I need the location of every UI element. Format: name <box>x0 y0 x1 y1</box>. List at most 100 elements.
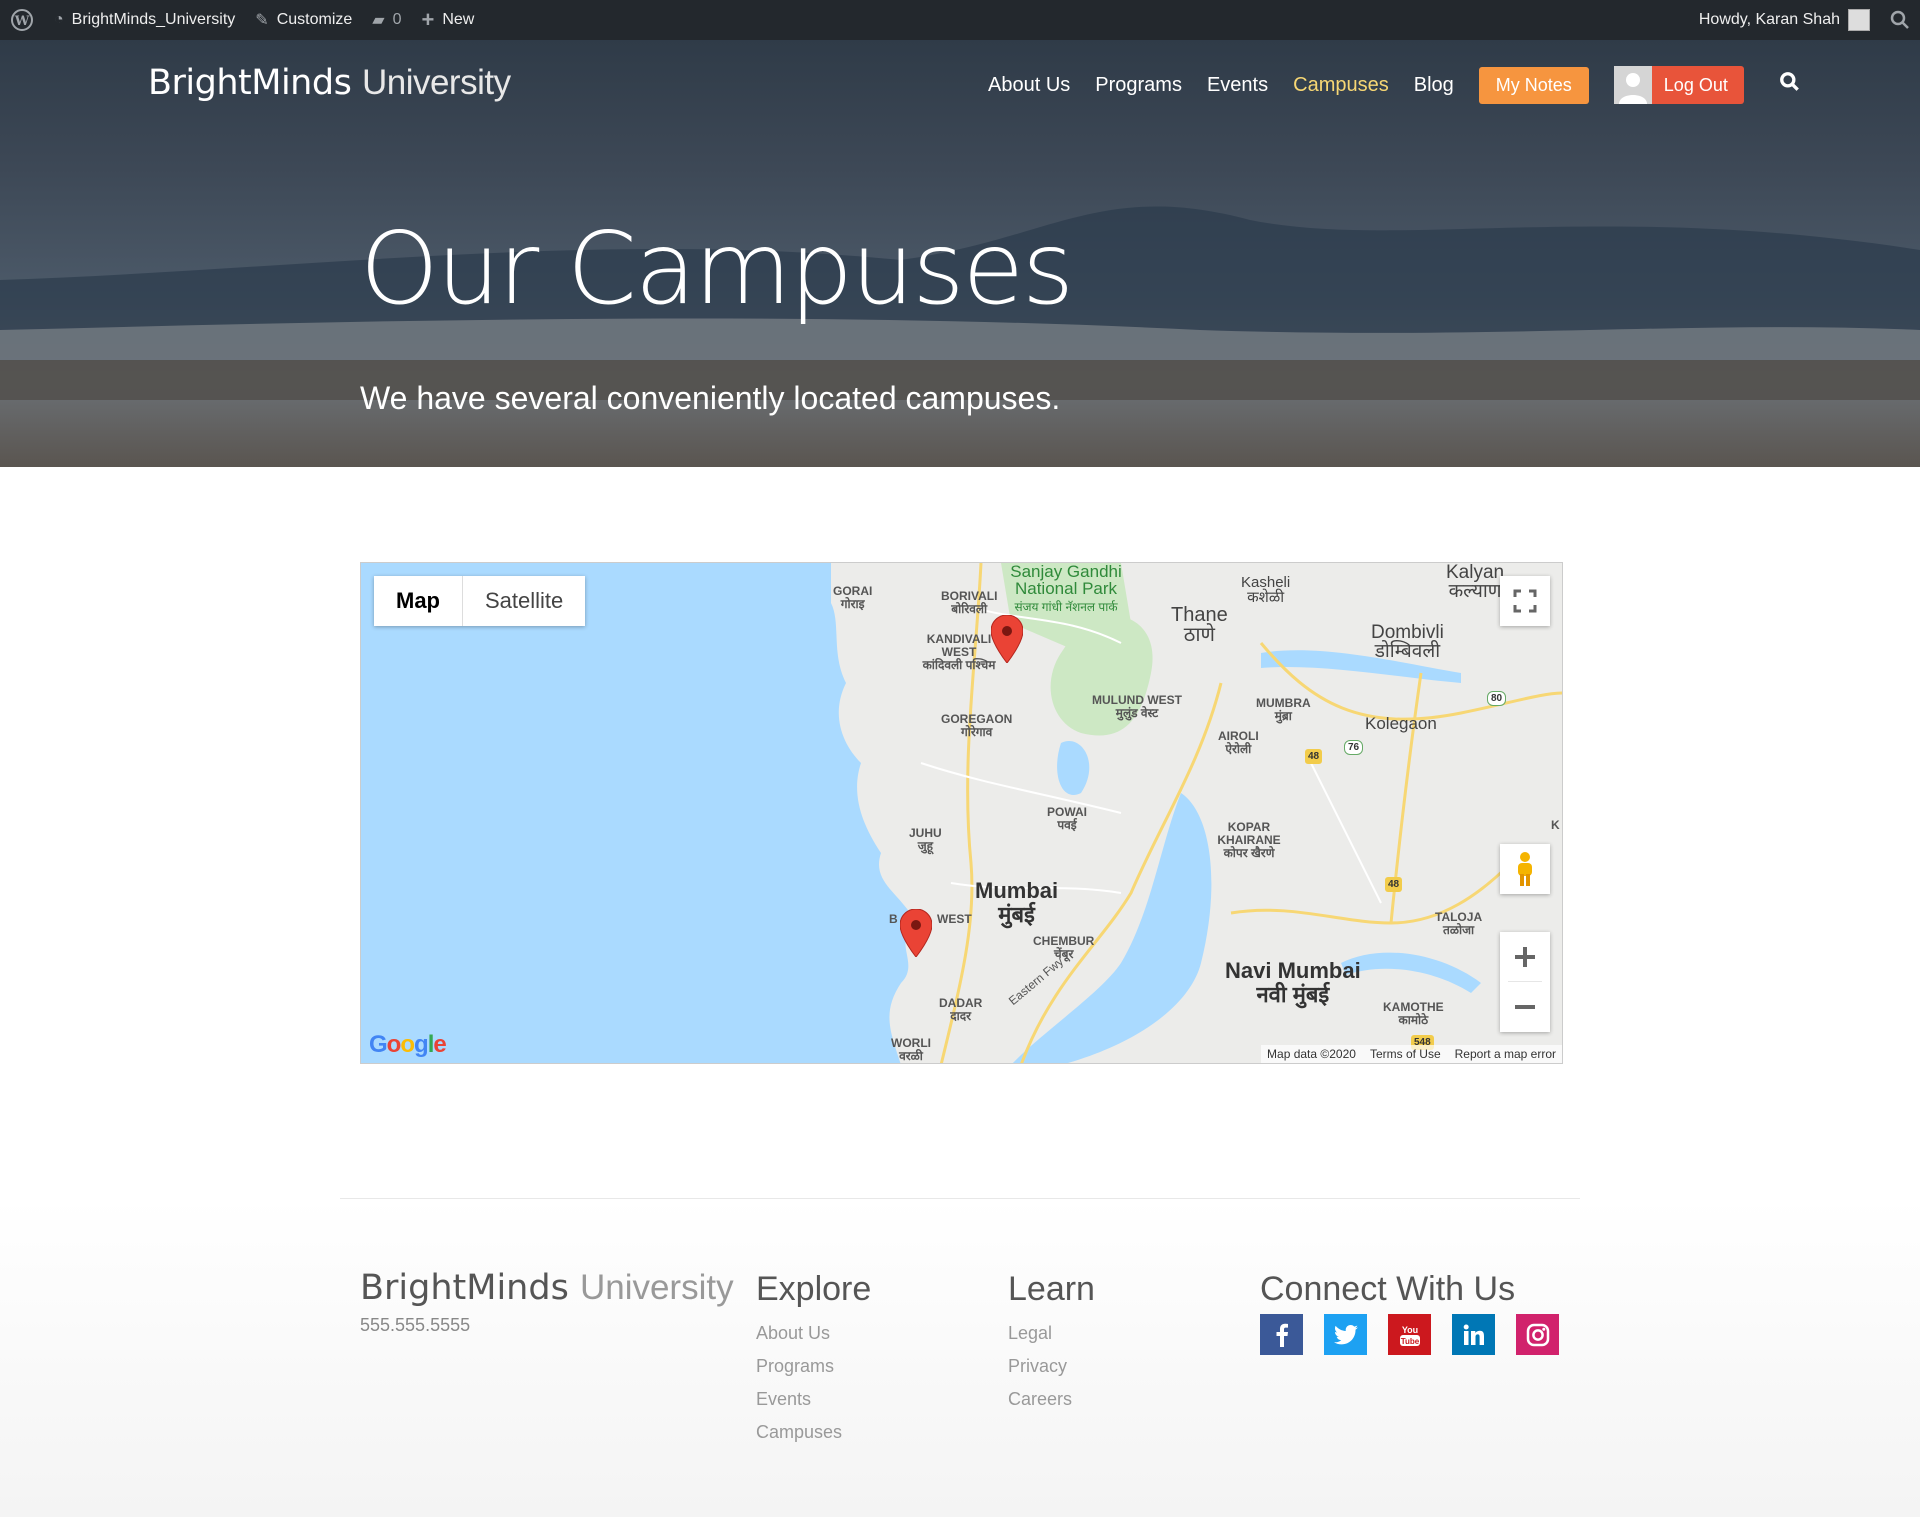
map-label-powai: POWAI पवई <box>1047 805 1088 832</box>
page-subtitle: We have several conveniently located cam… <box>360 380 1061 416</box>
map-label-k: K <box>1551 818 1560 832</box>
footer-learn-column: Learn Legal Privacy Careers <box>1008 1270 1095 1422</box>
admin-search-icon[interactable] <box>1880 0 1920 40</box>
map-label-bandra-west: WEST <box>937 912 972 926</box>
map-label-thane: Thane ठाणे <box>1171 604 1228 646</box>
twitter-icon[interactable] <box>1324 1314 1367 1355</box>
map-attribution: Map data ©2020 Terms of Use Report a map… <box>1261 1045 1562 1063</box>
account-menu[interactable]: Howdy, Karan Shah <box>1689 0 1880 40</box>
svg-text:You: You <box>1401 1325 1417 1335</box>
admin-bar: W ◔ BrightMinds_University ✎ Customize ▰… <box>0 0 1920 40</box>
map-label-mulund: MULUND WEST मुलुंड वेस्ट <box>1092 693 1182 720</box>
report-map-error-link[interactable]: Report a map error <box>1455 1047 1556 1061</box>
map-label-kasheli: Kasheli कशेळी <box>1241 574 1291 606</box>
svg-text:W: W <box>14 14 30 29</box>
campus-marker-borivali[interactable] <box>990 614 1024 668</box>
zoom-in-button[interactable] <box>1508 932 1542 982</box>
main-nav: About Us Programs Events Campuses Blog M… <box>988 66 1801 104</box>
terms-of-use-link[interactable]: Terms of Use <box>1370 1047 1441 1061</box>
map-label-b: B <box>889 912 898 926</box>
fullscreen-button[interactable] <box>1500 576 1550 626</box>
footer-explore-column: Explore About Us Programs Events Campuse… <box>756 1270 871 1455</box>
fullscreen-icon <box>1513 589 1537 613</box>
map-label-mumbai: Mumbai मुंबई <box>975 878 1059 927</box>
footer-logo[interactable]: BrightMinds University <box>360 1268 734 1308</box>
my-notes-button[interactable]: My Notes <box>1478 66 1589 104</box>
dashboard-icon: ◔ <box>54 11 64 28</box>
map-data-label: Map data ©2020 <box>1267 1047 1356 1061</box>
footer-explore-heading: Explore <box>756 1270 872 1308</box>
highway-80-shield: 80 <box>1487 691 1507 706</box>
zoom-control <box>1500 932 1550 1032</box>
log-out-label: Log Out <box>1663 74 1728 95</box>
footer-link-programs[interactable]: Programs <box>756 1356 871 1389</box>
site-footer <box>0 1198 1920 1517</box>
map-label-goregaon: GOREGAON गोरेगाव <box>941 712 1013 739</box>
map-type-satellite-button[interactable]: Satellite <box>463 576 585 626</box>
brand-suffix: University <box>361 63 511 102</box>
youtube-icon[interactable]: You Tube <box>1388 1314 1431 1355</box>
wordpress-logo-icon[interactable]: W <box>0 0 44 40</box>
page-banner: BrightMinds University About Us Programs… <box>0 40 1920 467</box>
map-label-national-park: Sanjay Gandhi National Park संजय गांधी नॅ… <box>1010 562 1122 614</box>
facebook-icon[interactable] <box>1260 1314 1303 1355</box>
campus-marker-bandra[interactable] <box>899 908 933 962</box>
search-icon[interactable] <box>1779 71 1801 99</box>
footer-brand-name: BrightMinds <box>360 1268 569 1308</box>
brand-name: BrightMinds <box>148 63 352 103</box>
nav-programs[interactable]: Programs <box>1095 74 1182 97</box>
footer-learn-heading: Learn <box>1008 1270 1095 1308</box>
comments-count: 0 <box>392 11 402 28</box>
map-label-kalyan: Kalyan कल्याण <box>1446 562 1505 602</box>
nav-about-us[interactable]: About Us <box>988 74 1070 97</box>
map-label-gorai: GORAI गोराइ <box>833 584 873 611</box>
footer-link-privacy[interactable]: Privacy <box>1008 1356 1095 1389</box>
svg-text:Tube: Tube <box>1400 1337 1419 1346</box>
site-logo[interactable]: BrightMinds University <box>148 63 511 103</box>
brush-icon: ✎ <box>255 12 269 29</box>
map-label-chembur: CHEMBUR चेंबूर <box>1033 934 1095 961</box>
nav-events[interactable]: Events <box>1207 74 1268 97</box>
nav-blog[interactable]: Blog <box>1414 74 1454 97</box>
map-label-kolegaon: Kolegaon <box>1365 714 1437 733</box>
nav-campuses[interactable]: Campuses <box>1293 74 1389 97</box>
comments-link[interactable]: ▰ 0 <box>362 0 411 40</box>
map-label-navi-mumbai: Navi Mumbai नवी मुंबई <box>1225 958 1361 1007</box>
avatar <box>1848 9 1870 31</box>
zoom-out-button[interactable] <box>1514 982 1536 1032</box>
footer-brand-suffix: University <box>579 1268 734 1307</box>
footer-link-campuses[interactable]: Campuses <box>756 1422 871 1455</box>
footer-link-legal[interactable]: Legal <box>1008 1323 1095 1356</box>
user-avatar-icon <box>1613 66 1652 104</box>
footer-divider <box>340 1198 1580 1199</box>
footer-link-about-us[interactable]: About Us <box>756 1323 871 1356</box>
campus-map[interactable]: Map Satellite GORAI गोराइ BORIVALI बोरिवली… <box>360 562 1563 1064</box>
google-logo: Google <box>369 1031 447 1058</box>
pegman-icon <box>1518 852 1532 886</box>
map-type-map-button[interactable]: Map <box>374 576 463 626</box>
map-label-taloja: TALOJA तळोजा <box>1435 910 1483 937</box>
map-label-borivali: BORIVALI बोरिवली <box>941 589 998 616</box>
footer-link-events[interactable]: Events <box>756 1389 871 1422</box>
street-view-pegman-button[interactable] <box>1500 844 1550 894</box>
social-links: You Tube <box>1260 1314 1559 1355</box>
linkedin-icon[interactable] <box>1452 1314 1495 1355</box>
instagram-icon[interactable] <box>1516 1314 1559 1355</box>
footer-connect-heading: Connect With Us <box>1260 1270 1516 1308</box>
footer-link-careers[interactable]: Careers <box>1008 1389 1095 1422</box>
map-label-airoli: AIROLI ऐरोली <box>1218 729 1259 756</box>
plus-icon <box>1515 946 1535 967</box>
map-label-dadar: DADAR दादर <box>939 996 983 1023</box>
site-name-label: BrightMinds_University <box>71 11 236 28</box>
admin-site-link[interactable]: ◔ BrightMinds_University <box>44 0 245 40</box>
map-label-mumbra: MUMBRA मुंब्रा <box>1256 696 1311 723</box>
map-type-control: Map Satellite <box>374 576 586 626</box>
customize-link[interactable]: ✎ Customize <box>245 0 362 40</box>
minus-icon <box>1515 1005 1535 1009</box>
log-out-button[interactable]: Log Out <box>1613 66 1744 104</box>
highway-48-shield: 48 <box>1305 749 1323 764</box>
footer-phone: 555.555.5555 <box>360 1315 471 1335</box>
new-content-link[interactable]: + New <box>411 0 484 40</box>
customize-label: Customize <box>276 11 353 28</box>
highway-48-shield: 48 <box>1385 877 1403 892</box>
